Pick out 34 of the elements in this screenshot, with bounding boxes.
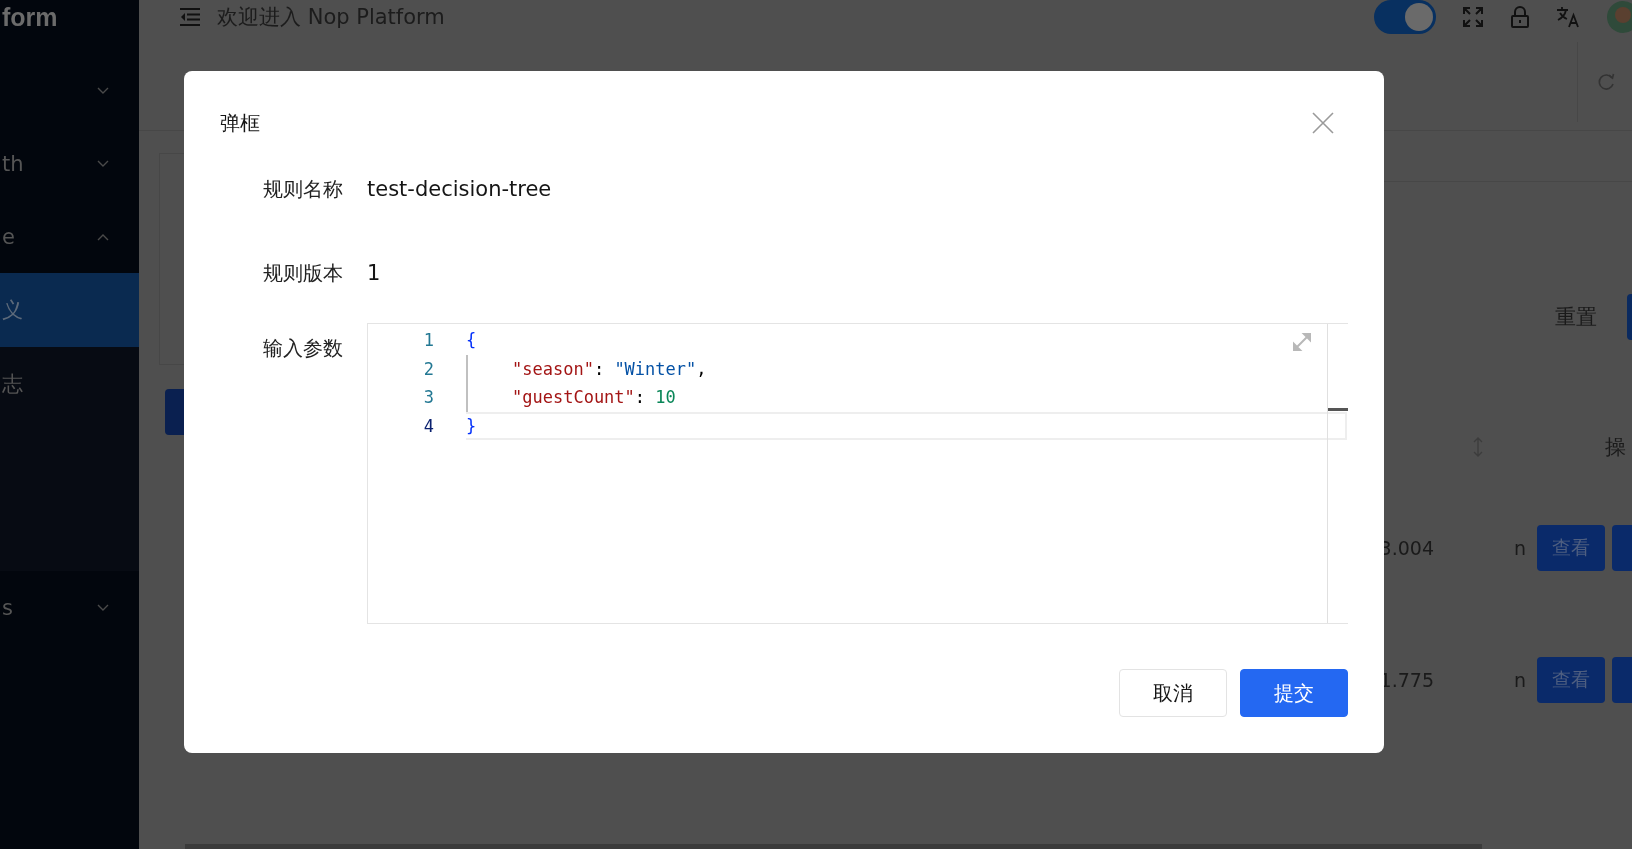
code-line: "guestCount": 10 xyxy=(511,387,676,408)
sidebar-group[interactable]: e xyxy=(0,200,139,273)
avatar[interactable] xyxy=(1606,0,1632,34)
line-number: 3 xyxy=(422,387,434,408)
field-label: 规则名称 xyxy=(262,175,343,203)
menu-icon[interactable] xyxy=(179,7,201,27)
expand-icon[interactable] xyxy=(1292,332,1312,352)
line-number: 2 xyxy=(422,358,434,379)
line-number: 1 xyxy=(422,330,434,351)
sidebar-group[interactable]: s xyxy=(0,571,139,644)
field-label: 规则版本 xyxy=(262,259,343,287)
code-editor[interactable]: 1 { 2 "season": "Winter", 3 "guestCount": 10 4 } xyxy=(367,323,1348,624)
lock-icon[interactable] xyxy=(1510,6,1530,28)
cancel-button[interactable]: 取消 xyxy=(1119,669,1227,717)
code-line: "season": "Winter", xyxy=(511,358,707,379)
view-button[interactable]: 查看 xyxy=(1537,525,1605,571)
translate-icon[interactable] xyxy=(1556,6,1580,28)
field-value: test-decision-tree xyxy=(367,177,552,201)
fullscreen-icon[interactable] xyxy=(1462,6,1484,28)
sidebar-group[interactable]: th xyxy=(0,127,139,200)
view-button[interactable]: 查看 xyxy=(1537,657,1605,703)
dialog-title: 弹框 xyxy=(220,109,260,137)
field-label: 输入参数 xyxy=(262,335,343,362)
sidebar-item[interactable]: 志 xyxy=(0,347,139,421)
field-value: 1 xyxy=(367,261,381,285)
line-number: 4 xyxy=(422,415,434,436)
sidebar-item[interactable]: 义 xyxy=(0,273,139,347)
code-line: { xyxy=(466,330,477,351)
close-icon[interactable] xyxy=(1312,112,1334,134)
theme-toggle[interactable] xyxy=(1374,0,1436,34)
code-line: } xyxy=(466,415,477,436)
submit-button[interactable]: 提交 xyxy=(1240,669,1348,717)
logo-text: form xyxy=(2,2,59,33)
refresh-icon[interactable] xyxy=(1596,72,1616,92)
